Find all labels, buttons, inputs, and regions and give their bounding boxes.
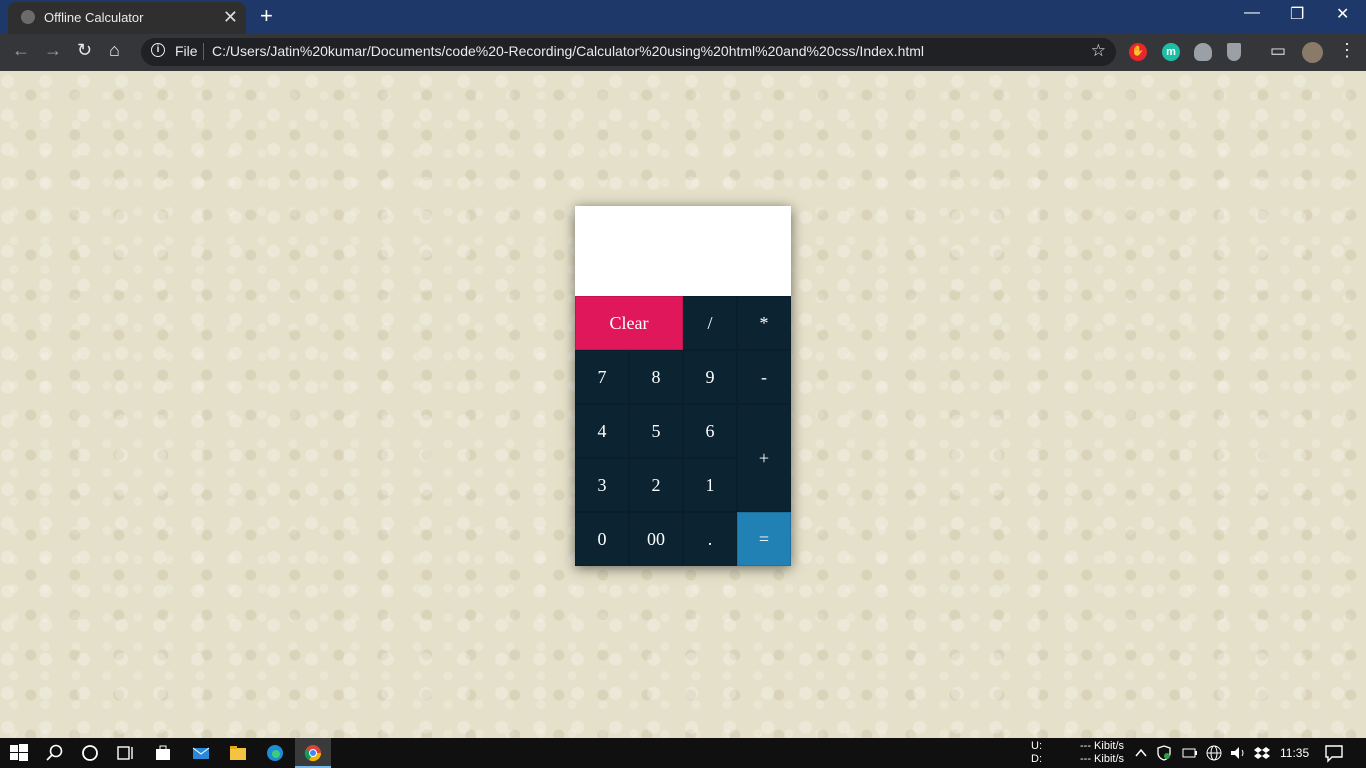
home-icon[interactable]: ⌂ bbox=[109, 40, 120, 61]
eight-button[interactable]: 8 bbox=[629, 350, 683, 404]
search-icon[interactable] bbox=[45, 743, 65, 763]
double-zero-button[interactable]: 00 bbox=[629, 512, 683, 566]
calculator: Clear / * 7 8 9 - 4 5 6 + 3 2 1 0 00 . = bbox=[575, 206, 791, 566]
url-text[interactable]: C:/Users/Jatin%20kumar/Documents/code%20… bbox=[212, 43, 924, 59]
browser-titlebar: Offline Calculator ✕ + — ❐ ✕ bbox=[0, 0, 1366, 34]
shield-extension-icon[interactable] bbox=[1227, 43, 1241, 61]
defender-shield-icon[interactable] bbox=[1156, 743, 1172, 763]
file-scheme-label: File bbox=[175, 43, 198, 59]
divide-button[interactable]: / bbox=[683, 296, 737, 350]
two-button[interactable]: 2 bbox=[629, 458, 683, 512]
browser-toolbar: ← → ↻ ⌂ i File C:/Users/Jatin%20kumar/Do… bbox=[0, 34, 1366, 71]
mail-icon[interactable] bbox=[191, 743, 211, 763]
network-down-value: --- Kibit/s bbox=[1080, 753, 1124, 765]
clock[interactable]: 11:35 bbox=[1280, 746, 1309, 760]
avatar[interactable] bbox=[1302, 42, 1323, 63]
page-background: Clear / * 7 8 9 - 4 5 6 + 3 2 1 0 00 . = bbox=[0, 71, 1366, 738]
menu-icon[interactable]: ⋮ bbox=[1338, 40, 1356, 61]
network-down-label: D: bbox=[1031, 753, 1042, 765]
notifications-icon[interactable] bbox=[1324, 743, 1344, 763]
minimize-button[interactable]: — bbox=[1244, 4, 1260, 22]
calculator-display[interactable] bbox=[575, 206, 791, 296]
network-globe-icon[interactable] bbox=[1205, 743, 1223, 763]
minus-button[interactable]: - bbox=[737, 350, 791, 404]
dropbox-icon[interactable] bbox=[1253, 743, 1271, 763]
globe-icon bbox=[21, 10, 35, 24]
clear-button[interactable]: Clear bbox=[575, 296, 683, 350]
store-icon[interactable] bbox=[153, 743, 173, 763]
zero-button[interactable]: 0 bbox=[575, 512, 629, 566]
cortana-icon[interactable] bbox=[80, 743, 100, 763]
five-button[interactable]: 5 bbox=[629, 404, 683, 458]
restore-button[interactable]: ❐ bbox=[1290, 4, 1304, 24]
task-view-icon[interactable] bbox=[116, 743, 136, 763]
cloud-extension-icon[interactable] bbox=[1194, 43, 1212, 61]
equals-button[interactable]: = bbox=[737, 512, 791, 566]
cast-icon[interactable]: ▭ bbox=[1270, 41, 1286, 61]
browser-tab[interactable]: Offline Calculator ✕ bbox=[8, 2, 246, 34]
new-tab-button[interactable]: + bbox=[260, 3, 273, 29]
network-up-label: U: bbox=[1031, 740, 1042, 752]
back-icon[interactable]: ← bbox=[12, 40, 30, 61]
tab-title: Offline Calculator bbox=[44, 10, 144, 25]
close-window-button[interactable]: ✕ bbox=[1336, 4, 1349, 24]
taskbar: U: D: --- Kibit/s --- Kibit/s 11:35 bbox=[0, 738, 1366, 768]
multiply-button[interactable]: * bbox=[737, 296, 791, 350]
stop-hand-extension-icon[interactable]: ✋ bbox=[1129, 43, 1147, 61]
forward-icon[interactable]: → bbox=[44, 40, 62, 61]
edge-icon[interactable] bbox=[265, 743, 285, 763]
reload-icon[interactable]: ↻ bbox=[77, 40, 92, 61]
address-separator bbox=[203, 43, 204, 60]
chrome-icon[interactable] bbox=[303, 743, 323, 763]
info-icon[interactable]: i bbox=[151, 43, 165, 57]
chevron-up-icon[interactable] bbox=[1134, 743, 1148, 763]
four-button[interactable]: 4 bbox=[575, 404, 629, 458]
file-explorer-icon[interactable] bbox=[228, 743, 248, 763]
one-button[interactable]: 1 bbox=[683, 458, 737, 512]
m-extension-icon[interactable]: m bbox=[1162, 43, 1180, 61]
volume-icon[interactable] bbox=[1229, 743, 1247, 763]
six-button[interactable]: 6 bbox=[683, 404, 737, 458]
three-button[interactable]: 3 bbox=[575, 458, 629, 512]
battery-icon[interactable] bbox=[1180, 743, 1198, 763]
windows-start-icon[interactable] bbox=[9, 743, 29, 763]
seven-button[interactable]: 7 bbox=[575, 350, 629, 404]
decimal-button[interactable]: . bbox=[683, 512, 737, 566]
tab-close-icon[interactable]: ✕ bbox=[223, 7, 238, 28]
plus-button[interactable]: + bbox=[737, 404, 791, 512]
network-up-value: --- Kibit/s bbox=[1080, 740, 1124, 752]
nine-button[interactable]: 9 bbox=[683, 350, 737, 404]
bookmark-star-icon[interactable]: ☆ bbox=[1091, 41, 1106, 61]
address-bar[interactable]: i File C:/Users/Jatin%20kumar/Documents/… bbox=[141, 38, 1116, 66]
